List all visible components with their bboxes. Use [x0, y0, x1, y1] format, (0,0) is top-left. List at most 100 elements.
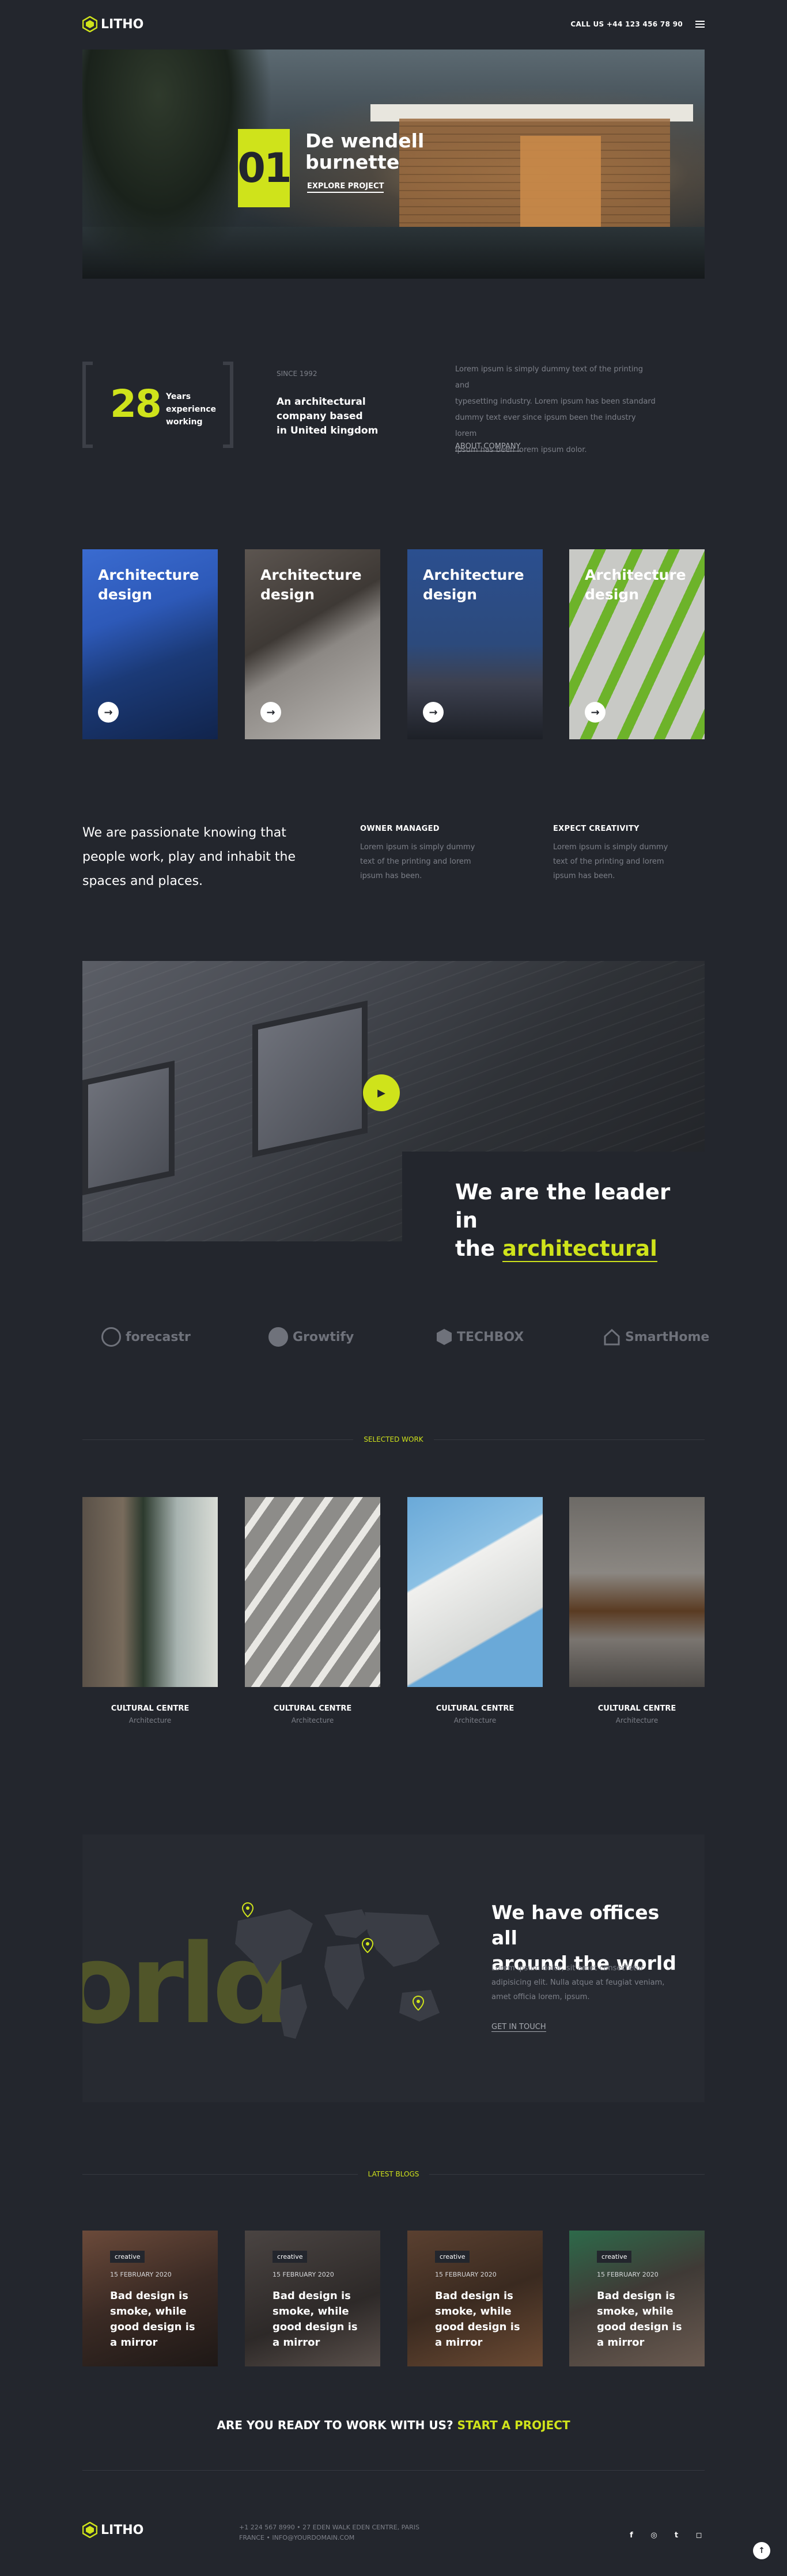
facebook-icon[interactable]: f	[626, 2530, 637, 2540]
blog-card[interactable]: creative 15 FEBRUARY 2020 Bad design is …	[82, 2231, 218, 2366]
work-image[interactable]	[569, 1497, 705, 1687]
blog-tag[interactable]: creative	[435, 2251, 470, 2263]
blog-title[interactable]: Bad design is smoke, while good design i…	[273, 2288, 359, 2350]
service-card[interactable]: Architecture design →	[407, 549, 543, 739]
client-logo-growtify[interactable]: Growtify	[268, 1324, 354, 1350]
blog-title-line: good design is	[435, 2321, 520, 2333]
dribbble-icon[interactable]: ◎	[649, 2530, 659, 2540]
work-title: CULTURAL CENTRE	[111, 1704, 190, 1713]
mission-line: spaces and places.	[82, 874, 203, 888]
service-card[interactable]: Architecture design →	[245, 549, 380, 739]
about-title-line: in United kingdom	[277, 425, 379, 436]
client-logo-forecastr[interactable]: forecastr	[101, 1324, 191, 1350]
offices-title-line: We have offices all	[491, 1901, 660, 1949]
feature-owner-managed: OWNER MANAGED Lorem ipsum is simply dumm…	[360, 825, 487, 883]
blog-title[interactable]: Bad design is smoke, while good design i…	[597, 2288, 683, 2350]
about-title: An architectural company based in United…	[277, 395, 392, 438]
feature-text-line: Lorem ipsum is simply dummy	[553, 843, 668, 852]
address-line: +1 224 567 8990 • 27 EDEN WALK EDEN CENT…	[239, 2524, 419, 2531]
offices-text-line: amet officia lorem, ipsum.	[491, 1993, 590, 2001]
blog-title-line: Bad design is	[273, 2290, 351, 2302]
work-item[interactable]: CULTURAL CENTRE Architecture	[569, 1497, 705, 1724]
hero-number: 01	[237, 129, 292, 207]
work-title: CULTURAL CENTRE	[436, 1704, 514, 1713]
work-image[interactable]	[407, 1497, 543, 1687]
offices-text: Lorem ipsum dolor, sit amet consectetur …	[491, 1961, 676, 2004]
selected-work-heading: SELECTED WORK	[82, 1434, 705, 1445]
get-in-touch-link[interactable]: GET IN TOUCH	[491, 2023, 546, 2032]
about-text-line: Lorem ipsum is simply dummy text of the …	[455, 365, 643, 390]
blog-card[interactable]: creative 15 FEBRUARY 2020 Bad design is …	[569, 2231, 705, 2366]
about-company-link[interactable]: ABOUT COMPANY	[455, 442, 521, 451]
service-card[interactable]: Architecture design →	[569, 549, 705, 739]
arrow-right-icon[interactable]: →	[423, 702, 444, 723]
play-icon[interactable]: ▶	[363, 1074, 400, 1111]
cta-text: ARE YOU READY TO WORK WITH US?	[217, 2418, 453, 2432]
blog-card[interactable]: creative 15 FEBRUARY 2020 Bad design is …	[245, 2231, 380, 2366]
work-image[interactable]	[82, 1497, 218, 1687]
blog-date: 15 FEBRUARY 2020	[435, 2271, 497, 2278]
blog-title-line: a mirror	[110, 2336, 158, 2349]
hamburger-icon[interactable]	[695, 21, 705, 28]
years-label-line: working	[166, 417, 203, 427]
feature-text-line: text of the printing and lorem	[553, 857, 664, 866]
arrow-right-icon[interactable]: →	[585, 702, 606, 723]
feature-text-line: ipsum has been.	[553, 872, 615, 880]
client-name: forecastr	[126, 1329, 191, 1344]
blog-title-line: a mirror	[435, 2336, 483, 2349]
blog-tag[interactable]: creative	[273, 2251, 308, 2263]
leader-title-line: We are the leader in	[455, 1180, 671, 1233]
hero-banner: 01 De wendell burnette EXPLORE PROJECT	[82, 50, 705, 279]
footer-logo[interactable]: LITHO	[82, 2522, 143, 2538]
client-name: Growtify	[293, 1329, 354, 1344]
work-category: Architecture	[128, 1716, 172, 1724]
work-item[interactable]: CULTURAL CENTRE Architecture	[407, 1497, 543, 1724]
service-card[interactable]: Architecture design →	[82, 549, 218, 739]
blog-title-line: smoke, while	[110, 2305, 187, 2317]
site-logo[interactable]: LITHO	[82, 16, 143, 32]
work-category: Architecture	[291, 1716, 334, 1724]
arrow-right-icon[interactable]: →	[260, 702, 281, 723]
blog-title[interactable]: Bad design is smoke, while good design i…	[110, 2288, 196, 2350]
map-pin-icon[interactable]	[242, 1902, 253, 1917]
start-project-link[interactable]: START A PROJECT	[457, 2418, 570, 2432]
work-item[interactable]: CULTURAL CENTRE Architecture	[82, 1497, 218, 1724]
blog-title-line: good design is	[110, 2321, 195, 2333]
service-title-line: design	[585, 586, 639, 603]
forecastr-icon	[101, 1327, 121, 1347]
call-to-action: ARE YOU READY TO WORK WITH US? START A P…	[0, 2418, 787, 2432]
work-item[interactable]: CULTURAL CENTRE Architecture	[245, 1497, 380, 1724]
work-title: CULTURAL CENTRE	[273, 1704, 352, 1713]
phone-label[interactable]: CALL US +44 123 456 78 90	[570, 20, 683, 28]
service-title: Architecture design	[423, 565, 527, 605]
blog-title-line: smoke, while	[597, 2305, 674, 2317]
blog-title-line: smoke, while	[435, 2305, 512, 2317]
offices-text-line: Lorem ipsum dolor, sit amet consectetur	[491, 1964, 644, 1973]
twitter-icon[interactable]: t	[671, 2530, 682, 2540]
work-image[interactable]	[245, 1497, 380, 1687]
about-text-line: dummy text ever since ipsum been the ind…	[455, 413, 636, 438]
blog-card[interactable]: creative 15 FEBRUARY 2020 Bad design is …	[407, 2231, 543, 2366]
arrow-up-icon[interactable]: ↑	[753, 2542, 770, 2559]
explore-project-button[interactable]: EXPLORE PROJECT	[307, 182, 384, 193]
client-logo-smarthome[interactable]: SmartHome	[603, 1324, 709, 1350]
hero-title-line: burnette	[305, 151, 400, 173]
blog-title[interactable]: Bad design is smoke, while good design i…	[435, 2288, 521, 2350]
feature-title: EXPECT CREATIVITY	[553, 825, 640, 833]
service-title-line: design	[423, 586, 477, 603]
techbox-icon	[437, 1329, 452, 1345]
arrow-right-icon[interactable]: →	[98, 702, 119, 723]
years-number: 28	[110, 382, 162, 426]
map-pin-icon[interactable]	[362, 1938, 373, 1953]
section-heading: LATEST BLOGS	[368, 2170, 419, 2178]
blog-tag[interactable]: creative	[110, 2251, 145, 2263]
feature-text-line: ipsum has been.	[360, 872, 422, 880]
blog-title-line: Bad design is	[597, 2290, 675, 2302]
blog-tag[interactable]: creative	[597, 2251, 632, 2263]
map-pin-icon[interactable]	[413, 1996, 424, 2011]
instagram-icon[interactable]: ◻	[694, 2530, 704, 2540]
client-logo-techbox[interactable]: TECHBOX	[436, 1324, 524, 1350]
feature-expect-creativity: EXPECT CREATIVITY Lorem ipsum is simply …	[553, 825, 680, 883]
offices-text-line: adipisicing elit. Nulla atque at feugiat…	[491, 1978, 665, 1987]
leader-title-prefix: the	[455, 1236, 495, 1261]
